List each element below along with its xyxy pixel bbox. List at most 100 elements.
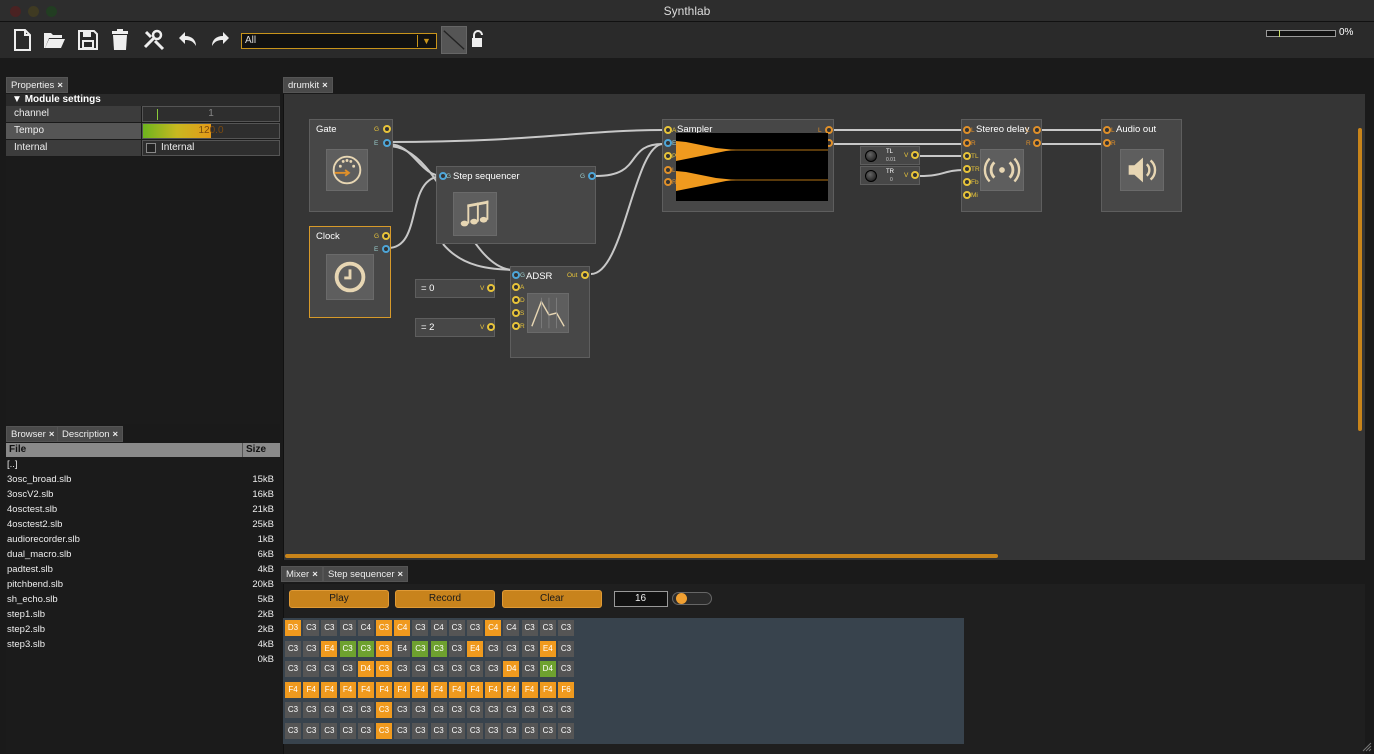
step-cell[interactable]: C3 <box>448 620 465 636</box>
unlock-icon[interactable] <box>471 30 485 48</box>
step-cell[interactable]: E4 <box>321 640 338 657</box>
step-cell[interactable]: C3 <box>521 702 538 718</box>
step-cell[interactable]: C3 <box>467 722 483 739</box>
clock-gate-port[interactable] <box>382 232 390 240</box>
step-cell[interactable]: C3 <box>321 620 338 636</box>
step-cell[interactable]: C3 <box>303 640 320 657</box>
column-header-size[interactable]: Size <box>242 443 280 457</box>
step-cell[interactable]: C3 <box>394 702 411 718</box>
tempo-slider[interactable]: 120.0 <box>142 123 280 139</box>
sampler-in-port[interactable] <box>664 152 672 160</box>
step-cell[interactable]: C4 <box>430 620 447 636</box>
tab-mixer[interactable]: Mixer × <box>281 566 323 582</box>
step-cell[interactable]: E4 <box>467 640 483 657</box>
step-cell[interactable]: C3 <box>321 722 338 739</box>
file-row[interactable]: pitchbend.slb 20kB <box>6 577 280 592</box>
clock-env-port[interactable] <box>382 245 390 253</box>
editor-horizontal-scrollbar[interactable] <box>285 554 998 558</box>
file-row[interactable]: step1.slb 2kB <box>6 607 280 622</box>
module-audio-out[interactable]: Audio out L R <box>1101 119 1182 212</box>
step-cell[interactable]: C3 <box>412 620 429 636</box>
knob-out-port[interactable] <box>911 171 919 179</box>
envelope-out-port[interactable] <box>383 139 391 147</box>
tab-browser[interactable]: Browser × <box>6 426 60 442</box>
step-cell[interactable]: F4 <box>357 681 374 698</box>
settings-icon[interactable] <box>140 26 168 54</box>
steps-slider-handle[interactable] <box>675 593 687 604</box>
step-cell[interactable]: C3 <box>539 702 556 718</box>
delete-icon[interactable] <box>106 26 134 54</box>
step-cell[interactable]: C3 <box>558 722 574 739</box>
sampler-in-port[interactable] <box>664 126 672 134</box>
step-cell[interactable]: C3 <box>558 640 574 657</box>
file-row[interactable]: step2.slb 2kB <box>6 622 280 637</box>
file-row[interactable]: step3.slb 4kB <box>6 637 280 652</box>
step-cell[interactable]: C3 <box>339 722 356 739</box>
step-cell[interactable]: F4 <box>376 681 392 698</box>
constant-value-b[interactable]: = 2 V <box>415 318 495 337</box>
column-header-file[interactable]: File <box>9 443 26 457</box>
step-cell[interactable]: C3 <box>321 702 338 718</box>
step-cell[interactable]: C3 <box>539 620 556 636</box>
step-cell[interactable]: C3 <box>448 722 465 739</box>
file-row[interactable]: 4osctest.slb 21kB <box>6 502 280 517</box>
step-cell[interactable]: C3 <box>503 640 520 657</box>
step-cell[interactable]: C3 <box>303 620 320 636</box>
step-cell[interactable]: F4 <box>339 681 356 698</box>
constant-out-port[interactable] <box>487 284 495 292</box>
step-cell[interactable]: F4 <box>394 681 411 698</box>
step-cell[interactable]: E4 <box>539 640 556 657</box>
module-settings-header[interactable]: ▼ Module settings <box>6 94 280 106</box>
file-row[interactable]: dual_macro.slb 6kB <box>6 547 280 562</box>
step-cell[interactable]: C3 <box>521 722 538 739</box>
step-cell[interactable]: C3 <box>521 661 538 677</box>
step-cell[interactable]: C3 <box>339 640 356 657</box>
file-row[interactable]: 3oscV2.slb 16kB <box>6 487 280 502</box>
step-cell[interactable]: F4 <box>521 681 538 698</box>
adsr-decay-port[interactable] <box>512 296 520 304</box>
module-gate[interactable]: Gate G E <box>309 119 393 212</box>
save-icon[interactable] <box>74 26 102 54</box>
knob-out-port[interactable] <box>911 151 919 159</box>
file-row[interactable]: 3osc_broad.slb 15kB <box>6 472 280 487</box>
cable-style-button[interactable] <box>441 26 467 54</box>
steps-count-input[interactable]: 16 <box>614 591 668 607</box>
new-file-icon[interactable] <box>8 26 36 54</box>
step-cell[interactable]: C4 <box>503 620 520 636</box>
step-cell[interactable]: C3 <box>376 661 392 677</box>
resize-grip-icon[interactable] <box>1362 742 1372 752</box>
tab-step-sequencer[interactable]: Step sequencer × <box>323 566 409 582</box>
adsr-sustain-port[interactable] <box>512 309 520 317</box>
editor-vertical-scrollbar[interactable] <box>1358 128 1362 431</box>
file-row[interactable]: 0kB <box>6 652 280 667</box>
step-cell[interactable]: C3 <box>412 661 429 677</box>
sampler-in-port[interactable] <box>664 178 672 186</box>
close-icon[interactable]: × <box>57 80 63 91</box>
file-row[interactable]: audiorecorder.slb 1kB <box>6 532 280 547</box>
step-cell[interactable]: C3 <box>430 661 447 677</box>
internal-checkbox[interactable]: Internal <box>142 140 280 156</box>
step-seq-out-port[interactable] <box>588 172 596 180</box>
sampler-in-port[interactable] <box>664 139 672 147</box>
close-icon[interactable]: × <box>312 569 318 580</box>
step-cell[interactable]: C4 <box>357 620 374 636</box>
step-cell[interactable]: C3 <box>394 722 411 739</box>
step-cell[interactable]: C3 <box>521 640 538 657</box>
delay-out-right[interactable] <box>1033 139 1041 147</box>
step-cell[interactable]: C3 <box>485 661 502 677</box>
close-icon[interactable]: × <box>49 429 55 440</box>
step-cell[interactable]: C3 <box>558 702 574 718</box>
module-sampler[interactable]: Sampler A E P L R L R <box>662 119 834 212</box>
tab-drumkit[interactable]: drumkit × <box>283 77 333 93</box>
delay-in-mix[interactable] <box>963 191 971 199</box>
step-cell[interactable]: C3 <box>285 702 301 718</box>
step-cell[interactable]: E4 <box>394 640 411 657</box>
constant-value-a[interactable]: = 0 V <box>415 279 495 298</box>
adsr-out-port[interactable] <box>581 271 589 279</box>
redo-icon[interactable] <box>206 26 234 54</box>
module-clock[interactable]: Clock G E <box>309 226 391 318</box>
patch-editor[interactable]: Gate G E Clock G E G Step sequencer G G … <box>283 94 1365 560</box>
step-cell[interactable]: C3 <box>503 702 520 718</box>
step-cell[interactable]: C3 <box>376 640 392 657</box>
file-row[interactable]: [..] <box>6 457 280 472</box>
